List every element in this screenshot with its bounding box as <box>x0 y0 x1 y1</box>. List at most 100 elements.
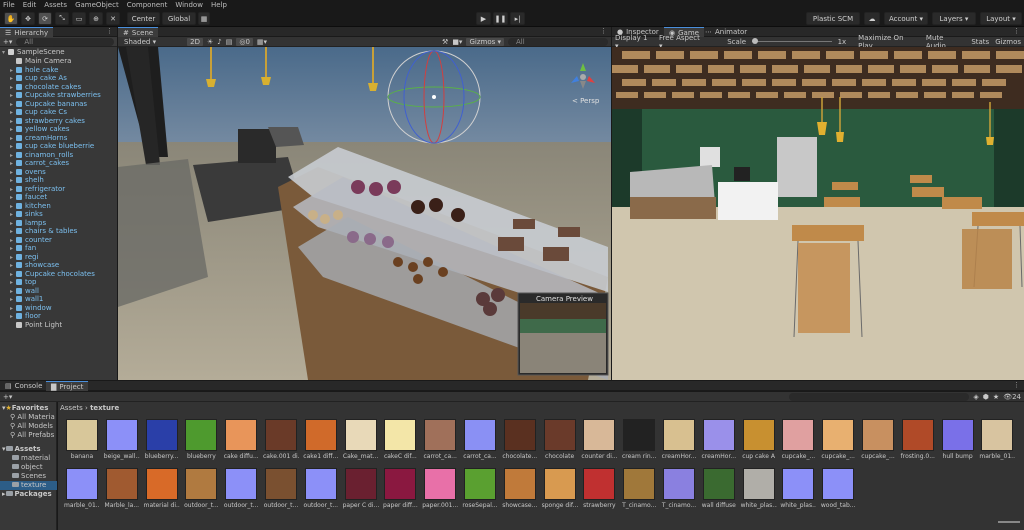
hierarchy-item[interactable]: ▸ cinamon_rolls <box>10 151 73 160</box>
scene-viewport[interactable]: < Persp Camera Preview <box>118 47 611 380</box>
pause-icon[interactable]: ❚❚ <box>493 12 508 25</box>
asset-item[interactable]: frosting.0... <box>900 419 936 460</box>
tools-icon[interactable]: ⚒ <box>442 38 448 46</box>
pivot-global-button[interactable]: Global <box>162 12 196 25</box>
asset-item[interactable]: marble_01... <box>64 468 100 509</box>
hierarchy-item[interactable]: ▸ creamHorns <box>10 134 67 143</box>
asset-item[interactable]: creamHor... <box>701 419 737 460</box>
scene-gizmos-dropdown[interactable]: Gizmos ▾ <box>466 37 504 46</box>
asset-item[interactable]: white_plas... <box>741 468 777 509</box>
asset-item[interactable]: material di... <box>144 468 180 509</box>
hierarchy-item[interactable]: ▸ showcase <box>10 261 59 270</box>
asset-item[interactable]: sponge dif... <box>542 468 578 509</box>
hierarchy-item[interactable]: Main Camera <box>10 57 71 66</box>
asset-item[interactable]: strawberry <box>581 468 617 509</box>
pivot-center-button[interactable]: Center <box>127 12 160 25</box>
asset-item[interactable]: cake1 diff... <box>303 419 339 460</box>
hierarchy-item[interactable]: ▸ counter <box>10 236 52 245</box>
asset-item[interactable]: carrot_ca... <box>422 419 458 460</box>
account-dropdown[interactable]: Account ▾ <box>884 12 928 25</box>
grid-icon[interactable]: ▦▾ <box>257 38 267 46</box>
asset-item[interactable]: chocolate <box>542 419 578 460</box>
hierarchy-item[interactable]: ▸ ovens <box>10 168 46 177</box>
hierarchy-item[interactable]: Point Light <box>10 321 62 330</box>
asset-item[interactable]: wood_tab... <box>820 468 856 509</box>
project-search-input[interactable] <box>789 392 970 401</box>
effects-icon[interactable]: ▤ <box>226 38 233 46</box>
asset-item[interactable]: Cake_mat... <box>343 419 379 460</box>
hierarchy-item[interactable]: ▸ cup cake Cs <box>10 108 67 117</box>
folder-texture[interactable]: texture <box>0 481 57 490</box>
hierarchy-item[interactable]: ▸ Cupcake chocolates <box>10 270 95 279</box>
folder-object[interactable]: object <box>12 463 43 472</box>
plastic-scm-button[interactable]: Plastic SCM <box>806 12 860 25</box>
asset-item[interactable]: showcase... <box>502 468 538 509</box>
scene-root-row[interactable]: ▾ SampleScene <box>2 48 65 57</box>
asset-item[interactable]: cakeC dif... <box>382 419 418 460</box>
asset-item[interactable]: cream rin... <box>621 419 657 460</box>
asset-item[interactable]: T_cinamo... <box>621 468 657 509</box>
menu-assets[interactable]: Assets <box>44 1 67 9</box>
folder-material[interactable]: material <box>12 454 50 463</box>
asset-item[interactable]: cake diffu... <box>223 419 259 460</box>
favorites-row[interactable]: ▾★Favorites <box>2 404 48 413</box>
hierarchy-item[interactable]: ▸ Cupcake bananas <box>10 100 87 109</box>
fav-item-all-models[interactable]: ⚲ All Models <box>10 422 53 431</box>
asset-item[interactable]: cup cake A <box>741 419 777 460</box>
breadcrumb-texture[interactable]: texture <box>90 404 119 412</box>
favorite-star-icon[interactable]: ★ <box>993 393 999 401</box>
stats-toggle[interactable]: Stats <box>971 38 989 46</box>
hierarchy-item[interactable]: ▸ chocolate cakes <box>10 83 81 92</box>
fav-item-all-prefabs[interactable]: ⚲ All Prefabs <box>10 431 54 440</box>
panel-menu-icon[interactable]: ⋮ <box>106 27 113 35</box>
hierarchy-search-input[interactable]: All <box>16 37 114 46</box>
hierarchy-item[interactable]: ▸ wall <box>10 287 39 296</box>
menu-window[interactable]: Window <box>175 1 203 9</box>
filter-label-icon[interactable]: ⬢ <box>983 393 989 401</box>
asset-item[interactable]: wall diffuse <box>701 468 737 509</box>
game-viewport[interactable] <box>612 47 1024 380</box>
fav-item-all-materials[interactable]: ⚲ All Materia <box>10 413 55 422</box>
filter-type-icon[interactable]: ◈ <box>973 393 978 401</box>
hierarchy-item[interactable]: ▸ floor <box>10 312 41 321</box>
asset-item[interactable]: blueberry <box>183 419 219 460</box>
tab-console[interactable]: ▤ Console <box>0 381 47 391</box>
panel-menu-icon[interactable]: ⋮ <box>600 27 607 35</box>
hierarchy-item[interactable]: ▸ kitchen <box>10 202 51 211</box>
asset-item[interactable]: blueberry... <box>144 419 180 460</box>
asset-item[interactable]: paper C di... <box>343 468 379 509</box>
audio-icon[interactable]: ♪ <box>217 38 221 46</box>
menu-help[interactable]: Help <box>211 1 227 9</box>
asset-item[interactable]: marble_01... <box>979 419 1015 460</box>
rotate-tool-icon[interactable]: ⟳ <box>38 12 52 25</box>
move-tool-icon[interactable]: ✥ <box>21 12 35 25</box>
hierarchy-item[interactable]: ▸ top <box>10 278 36 287</box>
cloud-icon[interactable]: ☁ <box>864 12 880 25</box>
hierarchy-item[interactable]: ▸ wall1 <box>10 295 43 304</box>
hierarchy-item[interactable]: ▸ refrigerator <box>10 185 65 194</box>
asset-item[interactable]: chocolate... <box>502 419 538 460</box>
asset-item[interactable]: banana <box>64 419 100 460</box>
hierarchy-item[interactable]: ▸ cup cake As <box>10 74 67 83</box>
hierarchy-item[interactable]: ▸ faucet <box>10 193 47 202</box>
asset-item[interactable]: outdoor_t... <box>303 468 339 509</box>
asset-item[interactable]: cupcake_... <box>860 419 896 460</box>
menu-gameobject[interactable]: GameObject <box>75 1 119 9</box>
panel-menu-icon[interactable]: ⋮ <box>1013 381 1020 389</box>
asset-item[interactable]: roseSepal... <box>462 468 498 509</box>
rect-tool-icon[interactable]: ▭ <box>72 12 86 25</box>
camera-icon[interactable]: ■▾ <box>452 38 462 46</box>
lighting-icon[interactable]: ☀ <box>207 38 213 46</box>
assets-root-row[interactable]: ▾ Assets <box>2 445 41 454</box>
snap-icon[interactable]: ▦ <box>198 12 210 25</box>
hierarchy-item[interactable]: ▸ lamps <box>10 219 46 228</box>
asset-item[interactable]: cake.001 di... <box>263 419 299 460</box>
menu-edit[interactable]: Edit <box>23 1 37 9</box>
panel-menu-icon[interactable]: ⋮ <box>1013 27 1020 35</box>
breadcrumb-assets[interactable]: Assets <box>60 404 83 412</box>
asset-item[interactable]: creamHor... <box>661 419 697 460</box>
asset-item[interactable]: T_cinamo... <box>661 468 697 509</box>
game-gizmos-toggle[interactable]: Gizmos <box>995 38 1021 46</box>
packages-row[interactable]: ▸ Packages <box>2 490 52 499</box>
mode-2d-toggle[interactable]: 2D <box>187 37 203 46</box>
